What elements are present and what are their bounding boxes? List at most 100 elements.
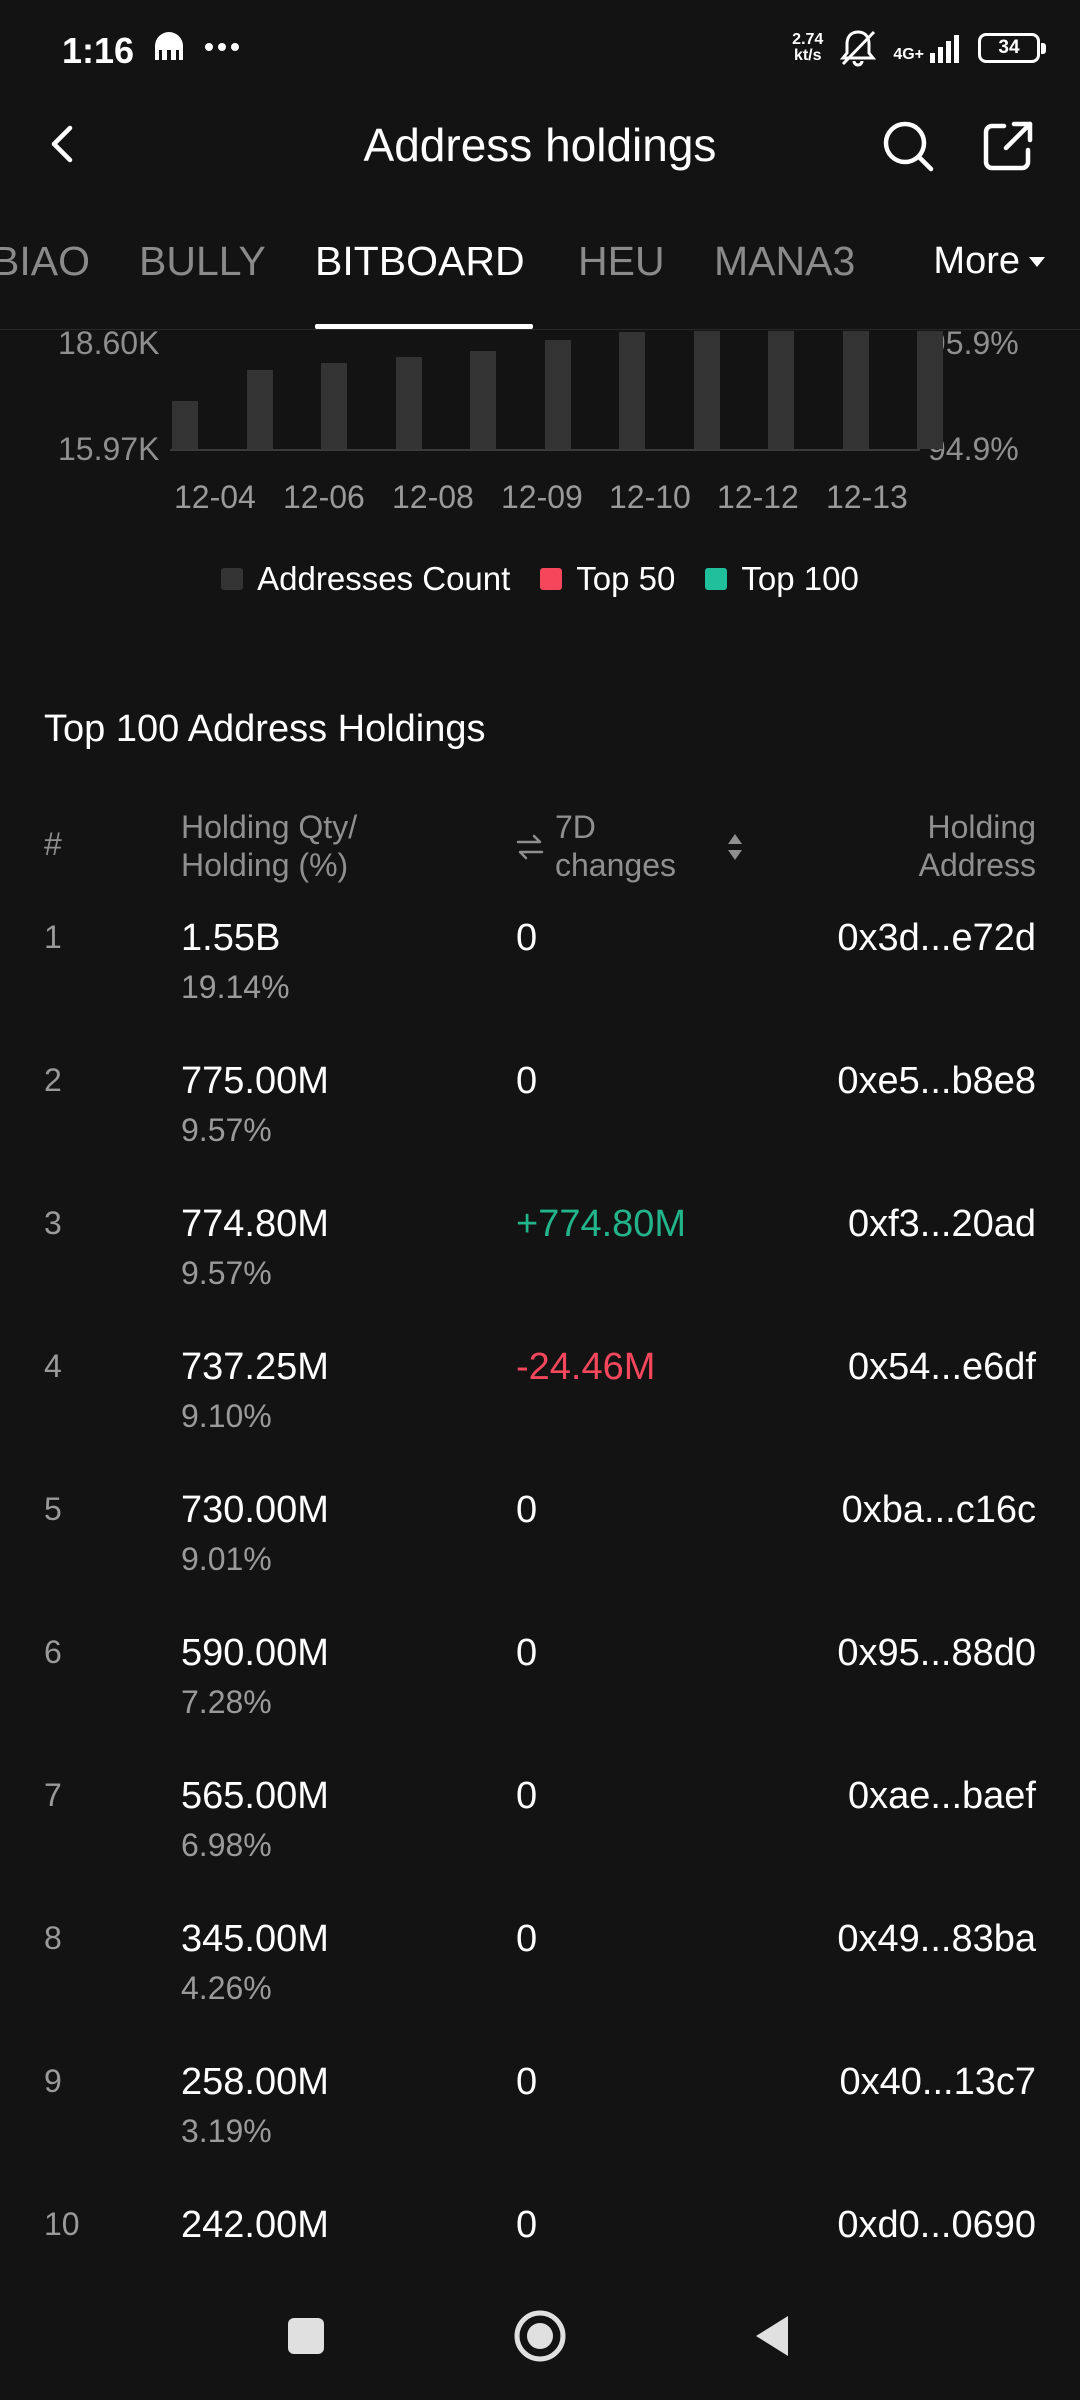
x-tick: 12-06 [283,479,365,515]
caret-down-icon [1029,256,1045,267]
chart-bar [246,370,273,449]
sort-icon[interactable] [726,832,744,862]
row-rank: 10 [44,2206,80,2242]
search-icon[interactable] [880,118,936,174]
status-system-icons: 2.74 kt/s 4G+ 34 [792,28,1046,68]
seven-day-change: 0 [516,1775,538,1817]
table-row[interactable]: 3 774.80M 9.57% +774.80M 0xf3...20ad [0,1191,1080,1334]
app-screen: 1:16 2.74 kt/s 4G+ 34 Address holdings B… [0,0,1080,2400]
holding-qty: 242.00M [181,2204,329,2246]
tab-bully[interactable]: BULLY [139,238,266,285]
x-tick: 12-10 [609,479,691,515]
header-7d-changes[interactable]: 7D changes [555,808,676,884]
chart-bar [693,331,720,449]
seven-day-change: 0 [516,917,538,959]
row-rank: 3 [44,1205,62,1241]
legend-swatch [540,568,563,590]
row-rank: 9 [44,2063,62,2099]
holding-percent: 3.19% [181,2113,272,2149]
legend-addresses-count[interactable]: Addresses Count [221,560,510,598]
table-row[interactable]: 8 345.00M 4.26% 0 0x49...83ba [0,1906,1080,2049]
row-rank: 6 [44,1634,62,1670]
home-icon[interactable] [512,2308,568,2364]
recent-apps-icon[interactable] [278,2308,334,2364]
back-triangle-icon[interactable] [746,2308,802,2364]
active-tab-indicator [315,324,533,329]
header-holding-address: Holding Address [918,809,1036,883]
legend-swatch [705,568,728,590]
chart-bar [470,351,496,449]
x-tick: 12-13 [826,479,908,515]
y-left-tick-top: 18.60K [58,331,160,361]
table-row[interactable]: 9 258.00M 3.19% 0 0x40...13c7 [0,2049,1080,2192]
table-row[interactable]: 7 565.00M 6.98% 0 0xae...baef [0,1763,1080,1906]
holding-percent: 9.10% [181,1398,272,1434]
holding-percent: 7.28% [181,1684,272,1720]
holding-qty: 565.00M [181,1775,329,1817]
tab-mana3[interactable]: MANA3 [714,238,855,285]
x-tick: 12-09 [501,479,583,515]
more-tabs-button[interactable]: More [933,240,1046,283]
signal-bars-icon [930,35,959,63]
tab-bitboard[interactable]: BITBOARD [315,238,525,285]
chart-bars [170,331,943,451]
ghost-notification-icon [155,32,183,60]
chart-legend: Addresses Count Top 50 Top 100 [0,556,1080,602]
header-rank: # [44,826,62,862]
holding-address[interactable]: 0xae...baef [848,1775,1036,1818]
table-row[interactable]: 5 730.00M 9.01% 0 0xba...c16c [0,1477,1080,1620]
holding-qty: 258.00M [181,2061,329,2103]
table-row[interactable]: 6 590.00M 7.28% 0 0x95...88d0 [0,1620,1080,1763]
holding-address[interactable]: 0x95...88d0 [837,1632,1036,1675]
status-time: 1:16 [62,30,135,71]
holding-percent: 9.01% [181,1541,272,1577]
section-title: Top 100 Address Holdings [44,708,486,750]
swap-arrows-icon[interactable] [516,834,544,860]
seven-day-change: +774.80M [516,1203,687,1245]
chart-bar [321,363,347,449]
legend-top-50[interactable]: Top 50 [540,560,675,598]
holding-address[interactable]: 0xd0...0690 [837,2204,1036,2247]
system-nav-bar [0,2270,1080,2400]
network-type: 4G+ [893,46,924,63]
chart-bar [544,340,571,449]
row-rank: 8 [44,1920,62,1956]
holding-address[interactable]: 0x49...83ba [837,1918,1036,1961]
y-left-tick-bottom: 15.97K [58,431,160,467]
table-row[interactable]: 4 737.25M 9.10% -24.46M 0x54...e6df [0,1334,1080,1477]
more-notifications-icon [205,43,239,51]
chart-bar [395,357,422,449]
chart-bar [768,331,794,449]
legend-top-100[interactable]: Top 100 [705,560,859,598]
table-row[interactable]: 2 775.00M 9.57% 0 0xe5...b8e8 [0,1048,1080,1191]
seven-day-change: 0 [516,1918,538,1960]
row-rank: 2 [44,1062,62,1098]
tab-biao[interactable]: BIAO [0,238,90,285]
tab-heu[interactable]: HEU [578,238,665,285]
header-holding-qty: Holding Qty/ Holding (%) [181,809,358,883]
holding-qty: 590.00M [181,1632,329,1674]
holding-address[interactable]: 0xf3...20ad [848,1203,1036,1246]
holding-qty: 1.55B [181,917,281,959]
seven-day-change: 0 [516,2204,538,2246]
row-rank: 5 [44,1491,62,1527]
holding-address[interactable]: 0x54...e6df [848,1346,1036,1389]
holding-address[interactable]: 0x3d...e72d [837,917,1036,960]
table-row[interactable]: 1 1.55B 19.14% 0 0x3d...e72d [0,905,1080,1048]
x-tick: 12-04 [174,479,256,515]
share-icon[interactable] [980,118,1036,174]
network-speed: 2.74 kt/s [792,31,824,64]
status-notification-icons [152,32,240,62]
seven-day-change: 0 [516,1489,538,1531]
holding-percent: 4.26% [181,1970,272,2006]
holding-percent: 9.57% [181,1112,272,1148]
status-bar: 1:16 2.74 kt/s 4G+ 34 [0,0,1080,100]
holders-chart: 18.60K 15.97K 95.9% 94.9% 12-04 12-06 12… [0,331,1080,521]
holding-address[interactable]: 0xe5...b8e8 [837,1060,1036,1103]
chart-bar [842,331,869,449]
holding-address[interactable]: 0x40...13c7 [840,2061,1036,2104]
holding-address[interactable]: 0xba...c16c [842,1489,1036,1532]
x-tick: 12-12 [717,479,799,515]
holding-percent: 9.57% [181,1255,272,1291]
seven-day-change: -24.46M [516,1346,656,1388]
